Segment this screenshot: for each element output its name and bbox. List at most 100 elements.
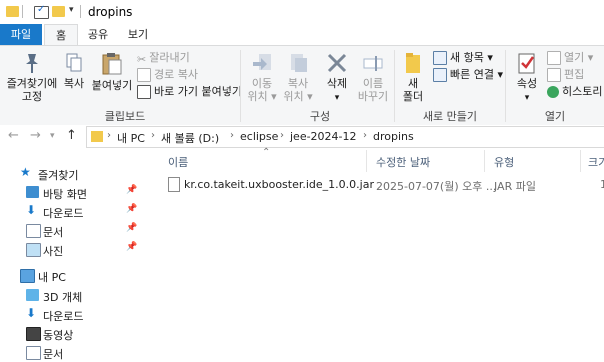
- nav-documents[interactable]: 문서 📌: [0, 221, 140, 240]
- copy-to-label-1: 복사: [287, 77, 309, 90]
- history-label: 히스토리: [562, 85, 603, 98]
- nav-pc-documents[interactable]: 문서: [0, 343, 140, 362]
- group-separator: [240, 50, 241, 122]
- tab-view[interactable]: 보기: [120, 24, 156, 45]
- chevron-right-icon: ›: [230, 130, 234, 141]
- file-type: JAR 파일: [494, 180, 536, 193]
- desktop-icon: [26, 186, 39, 198]
- column-header-modified[interactable]: 수정한 날짜: [376, 154, 430, 170]
- nav-videos[interactable]: 동영상: [0, 324, 140, 343]
- paste-label: 붙여넣기: [91, 79, 133, 92]
- pin-icon: [23, 52, 41, 74]
- forward-arrow-icon[interactable]: →: [30, 128, 41, 143]
- open-icon: [547, 51, 561, 65]
- paste-button[interactable]: 붙여넣기: [90, 52, 134, 92]
- qat-separator: [22, 5, 23, 18]
- pin-icon[interactable]: 📌: [126, 204, 137, 214]
- 3d-objects-label: 3D 개체: [43, 291, 83, 304]
- delete-x-icon: [326, 52, 348, 74]
- group-separator: [505, 50, 506, 122]
- edit-icon: [547, 68, 561, 82]
- copy-path-button[interactable]: 경로 복사: [137, 67, 198, 83]
- new-folder-button[interactable]: 새 폴더: [398, 52, 428, 103]
- breadcrumb-dropins[interactable]: dropins: [373, 130, 414, 143]
- organize-group-label: 구성: [309, 110, 331, 123]
- back-arrow-icon[interactable]: ←: [8, 128, 19, 143]
- up-arrow-icon[interactable]: ↑: [66, 128, 77, 143]
- documents-icon: [26, 346, 41, 360]
- move-to-button[interactable]: 이동 위치 ▾: [246, 52, 278, 103]
- tab-share[interactable]: 공유: [80, 24, 116, 45]
- window-title: dropins: [88, 5, 133, 19]
- open-button[interactable]: 열기 ▾: [547, 50, 593, 66]
- copy-to-icon: [287, 52, 309, 74]
- videos-label: 동영상: [43, 329, 74, 342]
- pin-label-line1: 즐겨찾기에: [6, 77, 58, 90]
- easy-access-icon: [433, 68, 447, 82]
- qat-dropdown-icon[interactable]: ▾: [69, 5, 74, 15]
- new-item-button[interactable]: 새 항목 ▾: [433, 50, 493, 66]
- nav-pictures[interactable]: 사진 📌: [0, 240, 140, 259]
- video-icon: [26, 327, 41, 341]
- tab-home[interactable]: 홈: [44, 24, 78, 46]
- rename-button[interactable]: 이름 바꾸기: [356, 52, 390, 103]
- qat-separator: [80, 5, 81, 18]
- copy-label: 복사: [63, 77, 85, 90]
- pin-icon[interactable]: 📌: [126, 223, 137, 233]
- nav-this-pc[interactable]: 내 PC: [0, 266, 140, 285]
- nav-quick-access[interactable]: ★ 즐겨찾기: [0, 164, 140, 183]
- breadcrumb-drive[interactable]: 새 볼륨 (D:): [161, 130, 219, 146]
- table-row[interactable]: kr.co.takeit.uxbooster.ide_1.0.0.jar 202…: [160, 174, 604, 194]
- nav-pc-downloads[interactable]: ⬇ 다운로드: [0, 305, 140, 324]
- open-label: 열기: [564, 51, 585, 64]
- copy-button[interactable]: 복사: [60, 52, 88, 90]
- new-folder-qat-icon[interactable]: [52, 6, 65, 17]
- file-name: kr.co.takeit.uxbooster.ide_1.0.0.jar: [184, 178, 374, 191]
- nav-downloads[interactable]: ⬇ 다운로드 📌: [0, 202, 140, 221]
- pin-icon[interactable]: 📌: [126, 185, 137, 195]
- nav-3d-objects[interactable]: 3D 개체: [0, 286, 140, 305]
- breadcrumb-jee[interactable]: jee-2024-12: [290, 130, 357, 143]
- copy-to-label-2: 위치: [283, 90, 304, 103]
- navigation-bar: ← → ▾ ↑ › 내 PC › 새 볼륨 (D:) › eclipse › j…: [0, 125, 604, 149]
- clipboard-group-label: 클립보드: [104, 110, 146, 123]
- folder-icon: [6, 6, 19, 17]
- address-bar[interactable]: › 내 PC › 새 볼륨 (D:) › eclipse › jee-2024-…: [86, 126, 604, 148]
- properties-button[interactable]: 속성 ▾: [510, 52, 544, 105]
- breadcrumb-this-pc[interactable]: 내 PC: [117, 130, 145, 146]
- easy-access-button[interactable]: 빠른 연결 ▾: [433, 67, 503, 83]
- folder-icon: [91, 131, 103, 142]
- pictures-label: 사진: [43, 245, 64, 258]
- column-header-type[interactable]: 유형: [494, 154, 514, 170]
- cut-button[interactable]: ✂ 잘라내기: [137, 50, 190, 66]
- pin-to-quick-access-button[interactable]: 즐겨찾기에 고정: [4, 52, 60, 103]
- rename-label-2: 바꾸기: [357, 90, 389, 103]
- paste-shortcut-button[interactable]: 바로 가기 붙여넣기: [137, 84, 242, 100]
- history-button[interactable]: 히스토리: [547, 84, 602, 100]
- quick-access-label: 즐겨찾기: [38, 169, 79, 182]
- copy-path-label: 경로 복사: [154, 68, 198, 81]
- tab-file[interactable]: 파일: [0, 24, 42, 45]
- desktop-label: 바탕 화면: [43, 188, 87, 201]
- file-modified: 2025-07-07(월) 오후 ...: [376, 180, 497, 193]
- edit-button[interactable]: 편집: [547, 67, 584, 83]
- column-header-name[interactable]: 이름: [168, 154, 188, 170]
- recent-dropdown-icon[interactable]: ▾: [50, 131, 55, 141]
- ribbon-tabs: 파일 홈 공유 보기: [0, 24, 604, 46]
- ribbon: 즐겨찾기에 고정 복사 붙여넣기 ✂ 잘라내기 경로 복사 바로 가기 붙여넣기 …: [0, 45, 604, 126]
- copy-path-icon: [137, 68, 151, 82]
- delete-button[interactable]: 삭제 ▾: [322, 52, 352, 105]
- pin-icon[interactable]: 📌: [126, 242, 137, 252]
- breadcrumb-eclipse[interactable]: eclipse: [240, 130, 278, 143]
- download-arrow-icon: ⬇: [26, 306, 37, 320]
- cube-3d-icon: [26, 289, 39, 301]
- properties-check-icon[interactable]: ✓: [34, 4, 49, 19]
- column-header-size[interactable]: 크기: [588, 154, 604, 170]
- paste-icon: [101, 52, 123, 76]
- paste-shortcut-icon: [137, 85, 151, 99]
- copy-to-button[interactable]: 복사 위치 ▾: [282, 52, 314, 103]
- jar-file-icon: [168, 177, 180, 192]
- nav-desktop[interactable]: 바탕 화면 📌: [0, 183, 140, 202]
- downloads-label: 다운로드: [43, 207, 84, 220]
- history-icon: [547, 86, 559, 98]
